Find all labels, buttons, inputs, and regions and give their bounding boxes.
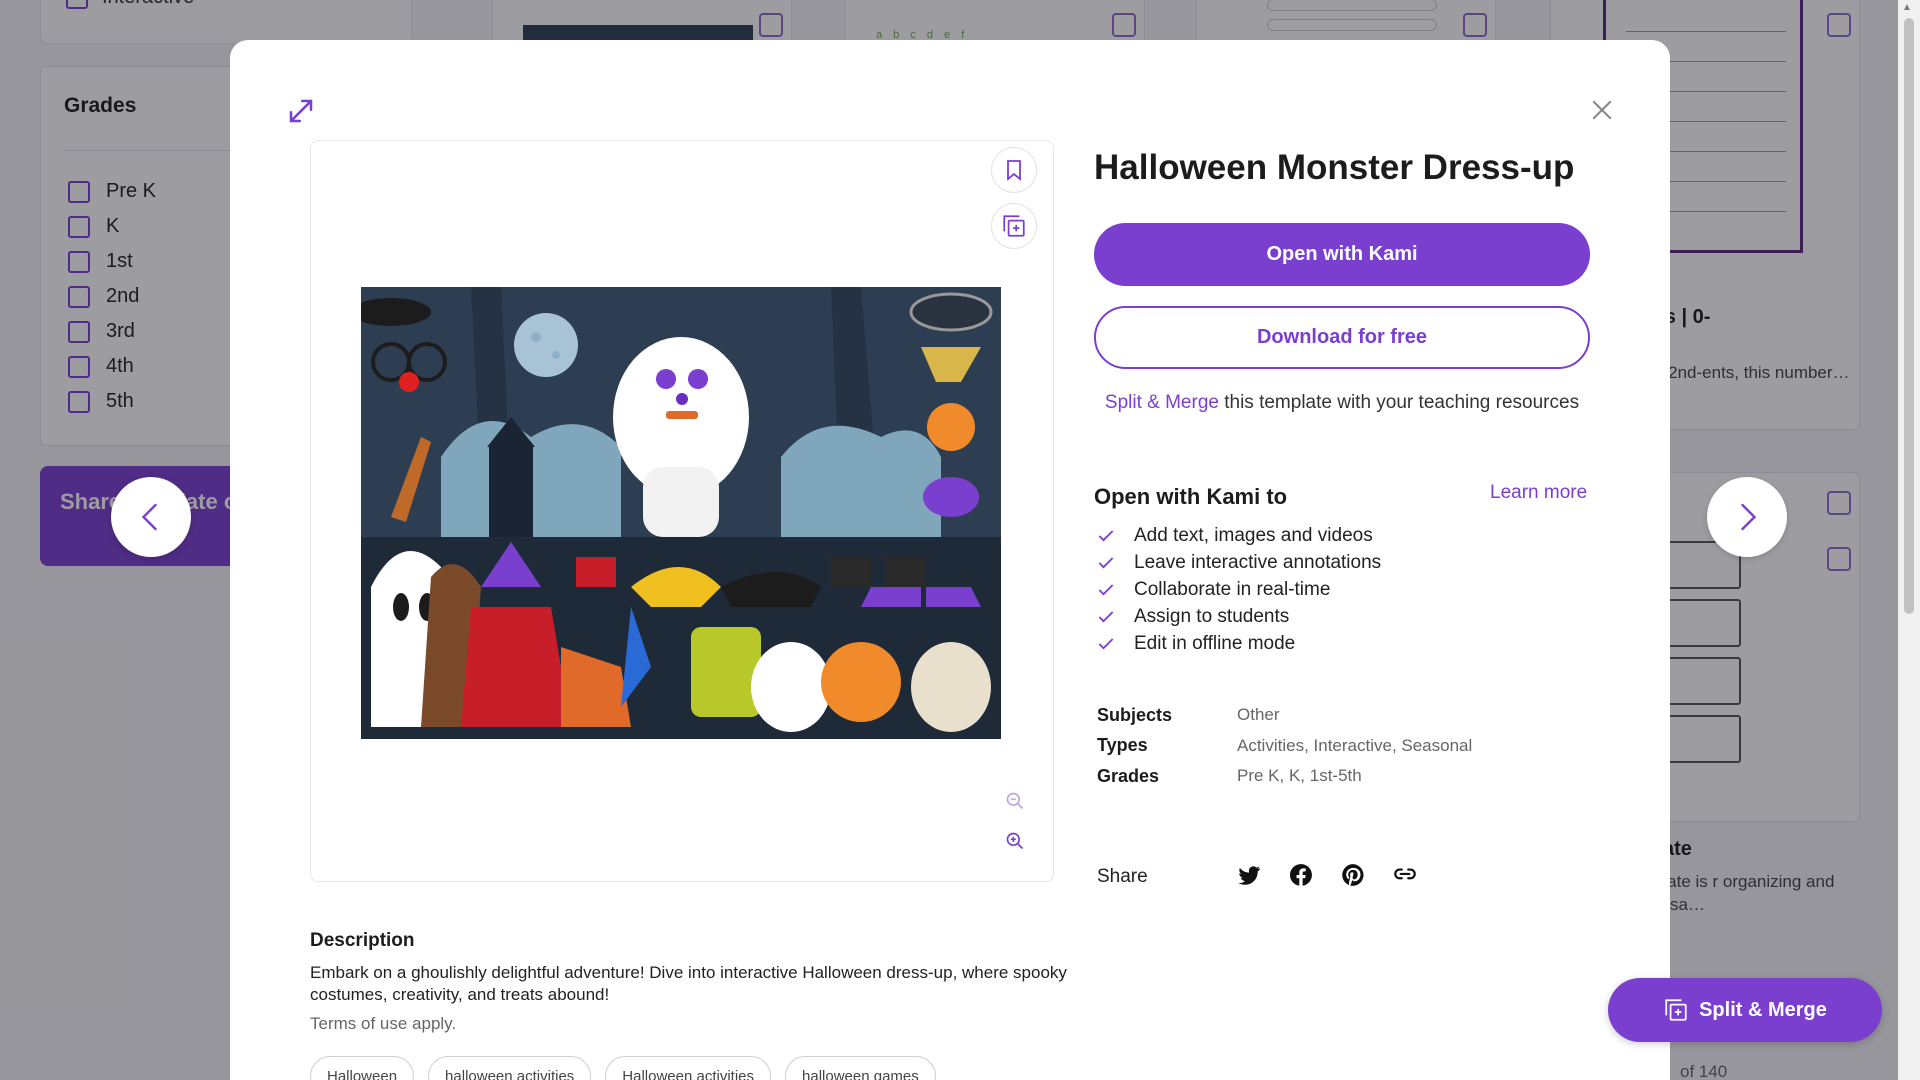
zoom-out-icon	[1006, 792, 1024, 810]
feature-item: Assign to students	[1096, 603, 1381, 630]
split-merge-link[interactable]: Split & Merge	[1105, 392, 1219, 413]
feature-label: Assign to students	[1134, 605, 1290, 627]
description-text: Embark on a ghoulishly delightful advent…	[310, 963, 1067, 1004]
check-icon	[1098, 529, 1114, 541]
bookmark-button[interactable]	[991, 147, 1037, 193]
meta-value: Activities, Interactive, Seasonal	[1237, 735, 1473, 755]
close-icon[interactable]	[1588, 96, 1616, 124]
chevron-right-icon	[1741, 503, 1757, 531]
tag-chip[interactable]: halloween games	[785, 1056, 936, 1080]
meta-subjects: Subjects Other	[1097, 700, 1472, 731]
feature-item: Edit in offline mode	[1096, 630, 1381, 657]
meta-key: Subjects	[1097, 704, 1173, 725]
split-merge-fab[interactable]: Split & Merge	[1608, 978, 1882, 1042]
share-buttons	[1236, 862, 1418, 888]
split-merge-text: this template with your teaching resourc…	[1218, 392, 1580, 413]
check-icon	[1098, 583, 1114, 595]
description-heading: Description	[310, 930, 415, 951]
meta-value: Pre K, K, 1st-5th	[1237, 766, 1362, 786]
split-merge-note: Split & Merge this template with your te…	[1094, 390, 1590, 415]
feature-label: Leave interactive annotations	[1134, 551, 1382, 573]
template-title: Halloween Monster Dress-up	[1094, 148, 1575, 187]
features-heading: Open with Kami to	[1094, 484, 1288, 509]
fab-label: Split & Merge	[1699, 998, 1827, 1021]
download-button[interactable]: Download for free	[1094, 306, 1590, 369]
tag-chip[interactable]: Halloween activities	[605, 1056, 772, 1080]
tag-chip[interactable]: Halloween	[310, 1056, 415, 1080]
pinterest-icon[interactable]	[1340, 862, 1366, 888]
add-page-icon	[1665, 999, 1687, 1021]
feature-label: Add text, images and videos	[1134, 524, 1373, 546]
meta-types: Types Activities, Interactive, Seasonal	[1097, 731, 1472, 762]
feature-label: Collaborate in real-time	[1134, 578, 1331, 600]
add-page-icon	[1003, 215, 1025, 237]
meta-grades: Grades Pre K, K, 1st-5th	[1097, 761, 1472, 792]
check-icon	[1098, 556, 1114, 568]
expand-icon[interactable]	[286, 96, 316, 126]
chevron-left-icon	[141, 503, 157, 531]
split-merge-add-button[interactable]	[991, 203, 1037, 249]
link-icon[interactable]	[1392, 862, 1418, 888]
scrollbar-thumb[interactable]	[1904, 18, 1914, 614]
open-with-kami-button[interactable]: Open with Kami	[1094, 223, 1590, 286]
bookmark-icon	[1007, 160, 1021, 181]
tag-chip[interactable]: halloween activities	[428, 1056, 592, 1080]
meta-key: Types	[1097, 735, 1148, 756]
twitter-icon[interactable]	[1236, 862, 1262, 888]
feature-item: Collaborate in real-time	[1096, 576, 1381, 603]
check-icon	[1098, 610, 1114, 622]
preview-card	[310, 140, 1054, 882]
zoom-in-button[interactable]	[1005, 831, 1029, 855]
feature-item: Leave interactive annotations	[1096, 549, 1381, 576]
next-template-button[interactable]	[1707, 477, 1787, 557]
scroll-up-arrow-icon[interactable]: ▲	[1902, 2, 1912, 13]
feature-label: Edit in offline mode	[1134, 632, 1296, 654]
learn-more-link[interactable]: Learn more	[1490, 482, 1587, 504]
template-metadata: Subjects Other Types Activities, Interac…	[1097, 700, 1472, 792]
share-label: Share	[1097, 866, 1148, 887]
tag-list: Halloween halloween activities Halloween…	[310, 1056, 936, 1080]
feature-item: Add text, images and videos	[1096, 522, 1381, 549]
template-modal: Description Embark on a ghoulishly delig…	[230, 40, 1670, 1080]
previous-template-button[interactable]	[111, 477, 191, 557]
meta-key: Grades	[1097, 765, 1160, 786]
zoom-out-button[interactable]	[1005, 791, 1029, 815]
zoom-in-icon	[1006, 832, 1024, 850]
facebook-icon[interactable]	[1288, 862, 1314, 888]
meta-value: Other	[1237, 705, 1280, 725]
terms-of-use: Terms of use apply.	[310, 1014, 457, 1033]
feature-list: Add text, images and videos Leave intera…	[1096, 522, 1381, 657]
check-icon	[1098, 637, 1114, 649]
template-preview-image	[361, 287, 1001, 739]
